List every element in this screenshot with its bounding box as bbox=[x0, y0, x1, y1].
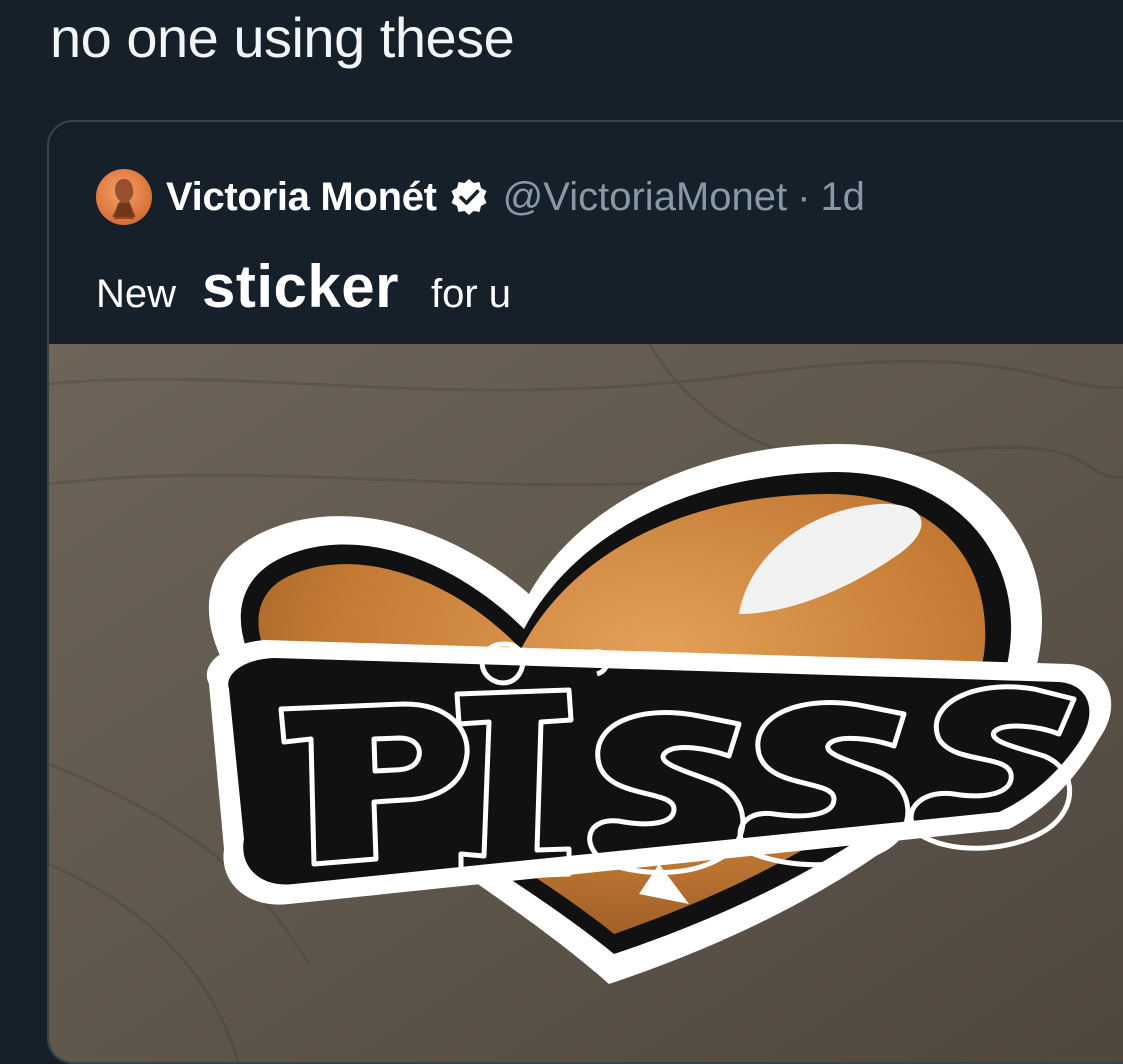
quoted-tweet-body: New sticker for u bbox=[96, 252, 511, 321]
quoted-tweet-header: Victoria Monét @VictoriaMonet · 1d bbox=[96, 167, 865, 227]
timestamp[interactable]: 1d bbox=[820, 175, 865, 220]
body-text-after: for u bbox=[431, 272, 512, 316]
avatar-figure-icon bbox=[112, 179, 136, 219]
avatar[interactable] bbox=[96, 169, 152, 225]
body-sticker-word: sticker bbox=[202, 253, 400, 320]
tweet-text: no one using these bbox=[50, 6, 515, 69]
separator-dot: · bbox=[797, 174, 811, 219]
display-name[interactable]: Victoria Monét bbox=[166, 175, 437, 220]
tweet-media-image[interactable] bbox=[49, 344, 1123, 1064]
verified-badge-icon bbox=[451, 179, 487, 215]
body-text-before: New bbox=[96, 272, 177, 316]
handle[interactable]: @VictoriaMonet bbox=[503, 175, 787, 220]
quoted-tweet-card[interactable]: Victoria Monét @VictoriaMonet · 1d New s… bbox=[47, 120, 1123, 1064]
